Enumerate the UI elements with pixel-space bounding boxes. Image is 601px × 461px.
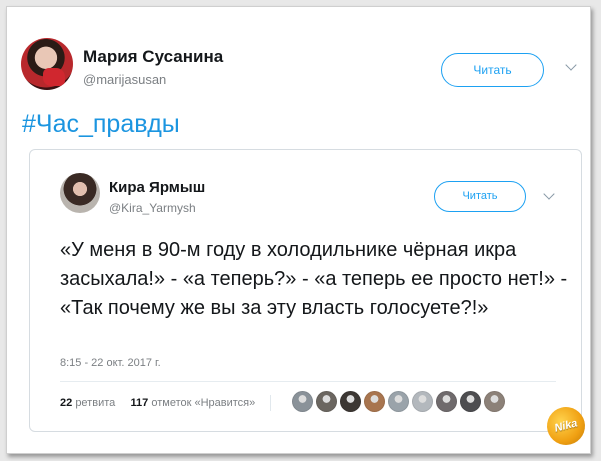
likes-label[interactable]: отметок «Нравится» [151,397,255,409]
liker-avatars [292,391,505,412]
follow-button[interactable]: Читать [441,53,544,87]
liker-avatar[interactable] [436,391,457,412]
boxing-glove-graphic [43,68,65,86]
engagement-stats: 22 ретвита 117 отметок «Нравится» [60,395,272,411]
quoted-tweet-timestamp[interactable]: 8:15 - 22 окт. 2017 г. [60,357,161,369]
author-handle[interactable]: @marijasusan [83,72,166,87]
tweet-screenshot: Мария Сусанина @marijasusan Читать #Час_… [6,6,591,454]
retweets-label[interactable]: ретвита [75,397,115,409]
quoted-tweet-card[interactable]: Кира Ярмыш @Kira_Yarmysh Читать «У меня … [29,149,582,432]
liker-avatar[interactable] [340,391,361,412]
stats-divider [60,381,556,382]
retweets-count[interactable]: 22 [60,397,72,409]
author-name[interactable]: Мария Сусанина [83,47,223,67]
quoted-author-name[interactable]: Кира Ярмыш [109,179,205,196]
liker-avatar[interactable] [388,391,409,412]
quoted-follow-button[interactable]: Читать [434,181,526,212]
quoted-tweet-text: «У меня в 90-м году в холодильнике чёрна… [60,239,568,319]
liker-avatar[interactable] [460,391,481,412]
liker-avatar[interactable] [292,391,313,412]
likes-count[interactable]: 117 [131,397,149,409]
liker-avatar[interactable] [316,391,337,412]
quoted-author-avatar[interactable] [60,173,100,213]
liker-avatar[interactable] [364,391,385,412]
author-avatar[interactable] [21,38,73,90]
stats-separator [270,395,272,411]
chevron-down-icon[interactable] [565,59,577,71]
liker-avatar[interactable] [412,391,433,412]
hashtag-link[interactable]: #Час_правды [22,110,180,139]
liker-avatar[interactable] [484,391,505,412]
quoted-chevron-down-icon[interactable] [543,188,555,200]
quoted-author-handle[interactable]: @Kira_Yarmysh [109,201,196,215]
